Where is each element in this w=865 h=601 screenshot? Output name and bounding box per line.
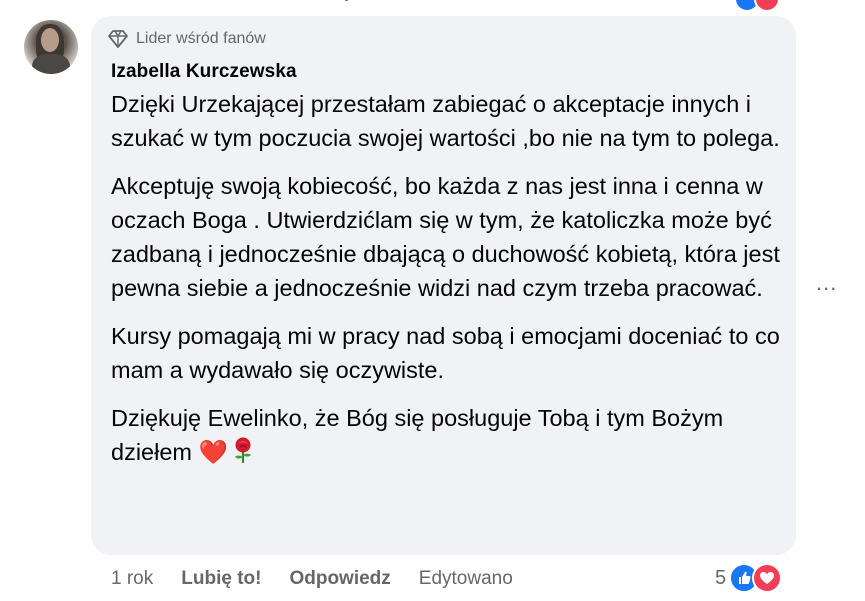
reaction-count: 5 [715,566,727,589]
heart-emoji: ❤️ [198,439,228,465]
comment-paragraph: Dzięki Urzekającej przestałam zabiegać o… [111,91,780,151]
like-button[interactable]: Lubię to! [181,568,261,590]
reaction-summary[interactable]: 5 [715,563,783,593]
diamond-icon [108,30,128,48]
previous-reactions[interactable] [734,0,780,12]
more-options-button[interactable]: ... [816,272,837,294]
rose-icon [230,436,256,473]
timestamp-link[interactable]: 1 rok [111,568,153,590]
divider [345,0,348,1]
comment-paragraph: Kursy pomagają mi w pracy nad sobą i emo… [111,323,780,383]
avatar-face [41,28,59,52]
fan-badge-label: Lider wśród fanów [136,30,266,47]
fan-badge[interactable]: Lider wśród fanów [108,30,266,48]
comment-actions: 1 rok Lubię to! Odpowiedz Edytowano [111,568,541,590]
love-icon [752,563,783,593]
comment-text: Dzięki Urzekającej przestałam zabiegać o… [111,87,791,473]
edited-label[interactable]: Edytowano [419,568,513,590]
comment-paragraph-last: Dziękuję Ewelinko, że Bóg się posługuje … [111,401,791,473]
author-name[interactable]: Izabella Kurczewska [111,61,297,83]
comment-paragraph: Akceptuję swoją kobiecość, bo każda z na… [111,173,780,301]
avatar-body [32,54,70,74]
reply-button[interactable]: Odpowiedz [289,568,390,590]
avatar[interactable] [24,20,78,74]
comment-page: Lider wśród fanów Izabella Kurczewska Dz… [0,0,865,601]
love-icon [754,0,780,12]
